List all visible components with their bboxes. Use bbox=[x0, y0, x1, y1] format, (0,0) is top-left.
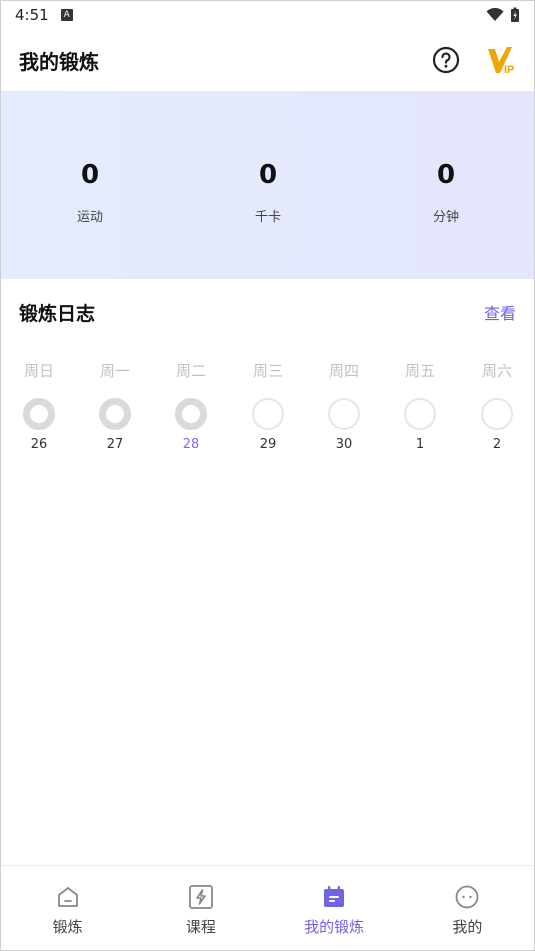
weekday-label: 周五 bbox=[404, 362, 435, 380]
weekday-label: 周三 bbox=[252, 362, 283, 380]
status-bar: 4:51 A bbox=[1, 1, 534, 29]
day-status-circle bbox=[23, 398, 55, 430]
nav-item-my-workouts[interactable]: 我的锻炼 bbox=[268, 866, 401, 950]
day-date: 1 bbox=[415, 437, 425, 452]
stat-label: 千卡 bbox=[254, 210, 281, 225]
stat-value: 0 bbox=[258, 160, 278, 190]
day-wednesday[interactable]: 周三 29 bbox=[238, 357, 298, 452]
day-date-today: 28 bbox=[182, 437, 200, 452]
vip-button[interactable]: IP bbox=[486, 45, 516, 76]
svg-text:IP: IP bbox=[504, 64, 514, 75]
weekday-label: 周二 bbox=[175, 362, 206, 380]
day-date: 29 bbox=[259, 437, 277, 452]
day-date: 30 bbox=[335, 437, 353, 452]
stat-label: 分钟 bbox=[432, 210, 459, 225]
day-monday[interactable]: 周一 27 bbox=[85, 357, 145, 452]
stat-minutes: 0 分钟 bbox=[386, 160, 506, 225]
day-thursday[interactable]: 周四 30 bbox=[314, 357, 374, 452]
battery-icon bbox=[511, 7, 519, 22]
nav-label: 课程 bbox=[185, 918, 216, 936]
stat-calories: 0 千卡 bbox=[208, 160, 328, 225]
day-status-circle bbox=[99, 398, 131, 430]
day-status-circle bbox=[481, 398, 513, 430]
profile-icon bbox=[455, 885, 479, 909]
nav-label: 锻炼 bbox=[52, 918, 83, 936]
status-time: 4:51 bbox=[15, 6, 49, 24]
wifi-icon bbox=[486, 8, 504, 21]
lightning-icon bbox=[188, 885, 213, 909]
day-date: 27 bbox=[106, 437, 124, 452]
notification-badge-icon: A bbox=[60, 9, 73, 21]
nav-item-profile[interactable]: 我的 bbox=[401, 866, 534, 950]
page-title: 我的锻炼 bbox=[19, 49, 99, 74]
nav-item-exercise[interactable]: 锻炼 bbox=[1, 866, 134, 950]
stat-value: 0 bbox=[436, 160, 456, 190]
home-icon bbox=[57, 887, 78, 907]
weekday-label: 周六 bbox=[481, 362, 512, 380]
nav-item-courses[interactable]: 课程 bbox=[134, 866, 267, 950]
stat-label: 运动 bbox=[76, 210, 103, 225]
stat-workouts: 0 运动 bbox=[30, 160, 150, 225]
header-actions: IP bbox=[432, 45, 516, 76]
weekday-label: 周日 bbox=[23, 362, 54, 380]
day-status-circle bbox=[328, 398, 360, 430]
help-icon[interactable] bbox=[432, 46, 460, 74]
status-indicators bbox=[486, 7, 520, 23]
app-header: 我的锻炼 IP bbox=[1, 29, 534, 91]
day-status-circle bbox=[404, 398, 436, 430]
day-date: 2 bbox=[492, 437, 502, 452]
view-log-link[interactable]: 查看 bbox=[484, 300, 516, 324]
exercise-log-header: 锻炼日志 查看 bbox=[1, 289, 534, 335]
day-status-circle bbox=[175, 398, 207, 430]
stat-value: 0 bbox=[80, 160, 100, 190]
nav-label: 我的锻炼 bbox=[304, 918, 365, 936]
day-sunday[interactable]: 周日 26 bbox=[9, 357, 69, 452]
vip-icon: IP bbox=[488, 47, 514, 76]
stats-banner: 0 运动 0 千卡 0 分钟 bbox=[1, 91, 534, 279]
day-date: 26 bbox=[30, 437, 48, 452]
weekday-label: 周一 bbox=[99, 362, 130, 380]
day-status-circle bbox=[252, 398, 284, 430]
day-tuesday[interactable]: 周二 28 bbox=[161, 357, 221, 452]
bottom-nav: 锻炼 课程 我的锻炼 我的 bbox=[1, 865, 534, 950]
day-saturday[interactable]: 周六 2 bbox=[467, 357, 527, 452]
weekday-label: 周四 bbox=[328, 362, 359, 380]
calendar-icon bbox=[324, 886, 345, 907]
day-friday[interactable]: 周五 1 bbox=[390, 357, 450, 452]
exercise-log-title: 锻炼日志 bbox=[19, 302, 96, 325]
nav-label: 我的 bbox=[452, 918, 483, 936]
